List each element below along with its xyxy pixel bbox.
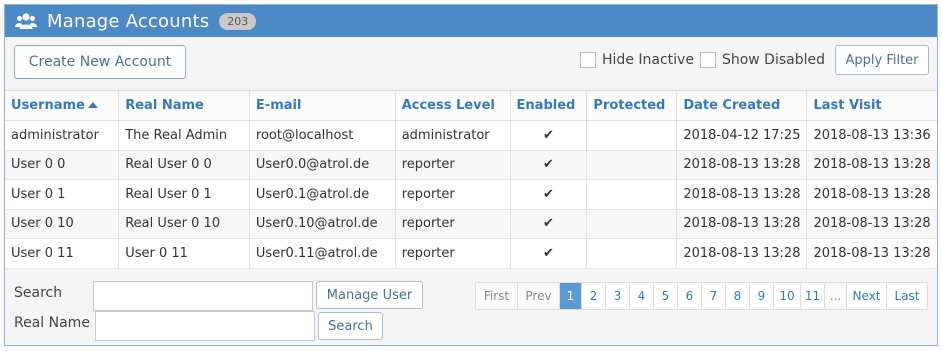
realname-label: Real Name (14, 315, 90, 331)
enabled-check-icon: ✔ (510, 209, 588, 239)
column-header-realname[interactable]: Real Name (118, 90, 250, 121)
table-row: administrator The Real Admin root@localh… (5, 120, 937, 151)
create-account-button[interactable]: Create New Account (14, 45, 186, 79)
pagination-page[interactable]: 2 (582, 283, 606, 309)
column-header-date-created[interactable]: Date Created (676, 90, 808, 121)
apply-filter-button[interactable]: Apply Filter (835, 45, 929, 75)
protected-cell (586, 179, 678, 210)
show-disabled-label: Show Disabled (721, 52, 825, 68)
pagination-page[interactable]: 6 (678, 283, 702, 309)
email-cell: root@localhost (249, 120, 396, 151)
pagination-page[interactable]: 1 (560, 283, 582, 309)
pagination-page[interactable]: 7 (702, 283, 726, 309)
realname-cell: The Real Admin (118, 120, 250, 151)
accounts-table: Username Real Name E-mail Access Level E… (5, 90, 937, 269)
username-link[interactable]: User 0 10 (5, 209, 120, 239)
panel-header: Manage Accounts 203 (5, 5, 937, 37)
table-row: User 0 10 Real User 0 10 User0.10@atrol.… (5, 209, 937, 239)
date-created-cell: 2018-08-13 13:28 (676, 238, 808, 269)
enabled-check-icon: ✔ (510, 238, 588, 269)
access-level-cell: reporter (395, 238, 511, 269)
column-header-email[interactable]: E-mail (249, 90, 396, 121)
date-created-cell: 2018-08-13 13:28 (676, 209, 808, 239)
column-header-protected[interactable]: Protected (586, 90, 678, 121)
pagination-page[interactable]: 9 (750, 283, 774, 309)
last-visit-cell: 2018-08-13 13:36 (806, 120, 937, 151)
enabled-check-icon: ✔ (510, 150, 588, 180)
filter-bar: Hide Inactive Show Disabled Apply Filter (580, 45, 929, 75)
last-visit-cell: 2018-08-13 13:28 (806, 150, 937, 180)
pagination-next[interactable]: Next (847, 283, 887, 309)
access-level-cell: reporter (395, 179, 511, 210)
protected-cell (586, 120, 678, 151)
username-link[interactable]: User 0 0 (5, 150, 120, 180)
date-created-cell: 2018-04-12 17:25 (676, 120, 808, 151)
last-visit-cell: 2018-08-13 13:28 (806, 179, 937, 210)
email-cell: User0.10@atrol.de (249, 209, 396, 239)
username-link[interactable]: User 0 1 (5, 179, 120, 210)
table-row: User 0 1 Real User 0 1 User0.1@atrol.de … (5, 179, 937, 210)
table-row: User 0 0 Real User 0 0 User0.0@atrol.de … (5, 150, 937, 180)
email-cell: User0.0@atrol.de (249, 150, 396, 180)
realname-cell: Real User 0 0 (118, 150, 250, 180)
protected-cell (586, 238, 678, 269)
date-created-cell: 2018-08-13 13:28 (676, 179, 808, 210)
pagination-page[interactable]: 10 (774, 283, 801, 309)
toolbar: Create New Account Hide Inactive Show Di… (5, 37, 937, 89)
account-count-badge: 203 (219, 12, 257, 30)
access-level-cell: administrator (395, 120, 511, 151)
column-header-access-level[interactable]: Access Level (395, 90, 511, 121)
manage-accounts-panel: Manage Accounts 203 Create New Account H… (4, 4, 938, 346)
search-label: Search (14, 285, 63, 301)
pagination-page[interactable]: 3 (606, 283, 630, 309)
pagination-last[interactable]: Last (887, 283, 927, 309)
show-disabled-checkbox[interactable] (699, 52, 716, 68)
hide-inactive-label: Hide Inactive (602, 52, 694, 68)
pagination-ellipsis: ... (825, 283, 847, 309)
hide-inactive-checkbox[interactable] (580, 52, 597, 68)
pagination-prev[interactable]: Prev (518, 283, 560, 309)
column-header-enabled[interactable]: Enabled (510, 90, 588, 121)
realname-input[interactable] (95, 311, 315, 341)
enabled-check-icon: ✔ (510, 179, 588, 210)
search-button[interactable]: Search (318, 312, 383, 340)
last-visit-cell: 2018-08-13 13:28 (806, 238, 937, 269)
pagination-page[interactable]: 8 (726, 283, 750, 309)
realname-cell: Real User 0 10 (118, 209, 250, 239)
realname-cell: Real User 0 1 (118, 179, 250, 210)
search-and-pagination: Search Manage User Real Name Search Firs… (5, 273, 937, 345)
pagination: First Prev 1 2 3 4 5 6 7 8 9 10 11 ... N… (475, 282, 928, 310)
last-visit-cell: 2018-08-13 13:28 (806, 209, 937, 239)
table-row: User 0 11 User 0 11 User0.11@atrol.de re… (5, 238, 937, 269)
sort-ascending-icon (87, 102, 98, 108)
email-cell: User0.1@atrol.de (249, 179, 396, 210)
table-header-row: Username Real Name E-mail Access Level E… (5, 90, 937, 121)
column-header-last-visit[interactable]: Last Visit (806, 90, 937, 121)
username-link[interactable]: User 0 11 (5, 238, 120, 269)
column-header-username[interactable]: Username (5, 90, 120, 121)
access-level-cell: reporter (395, 209, 511, 239)
manage-user-button[interactable]: Manage User (316, 281, 423, 309)
email-cell: User0.11@atrol.de (249, 238, 396, 269)
page-title: Manage Accounts (47, 10, 210, 32)
pagination-first[interactable]: First (476, 283, 518, 309)
protected-cell (586, 209, 678, 239)
users-icon (15, 12, 37, 30)
search-input[interactable] (93, 281, 313, 311)
username-link[interactable]: administrator (5, 120, 120, 151)
pagination-page[interactable]: 5 (654, 283, 678, 309)
date-created-cell: 2018-08-13 13:28 (676, 150, 808, 180)
pagination-page[interactable]: 4 (630, 283, 654, 309)
realname-cell: User 0 11 (118, 238, 250, 269)
enabled-check-icon: ✔ (510, 120, 588, 151)
access-level-cell: reporter (395, 150, 511, 180)
protected-cell (586, 150, 678, 180)
pagination-page[interactable]: 11 (801, 283, 825, 309)
